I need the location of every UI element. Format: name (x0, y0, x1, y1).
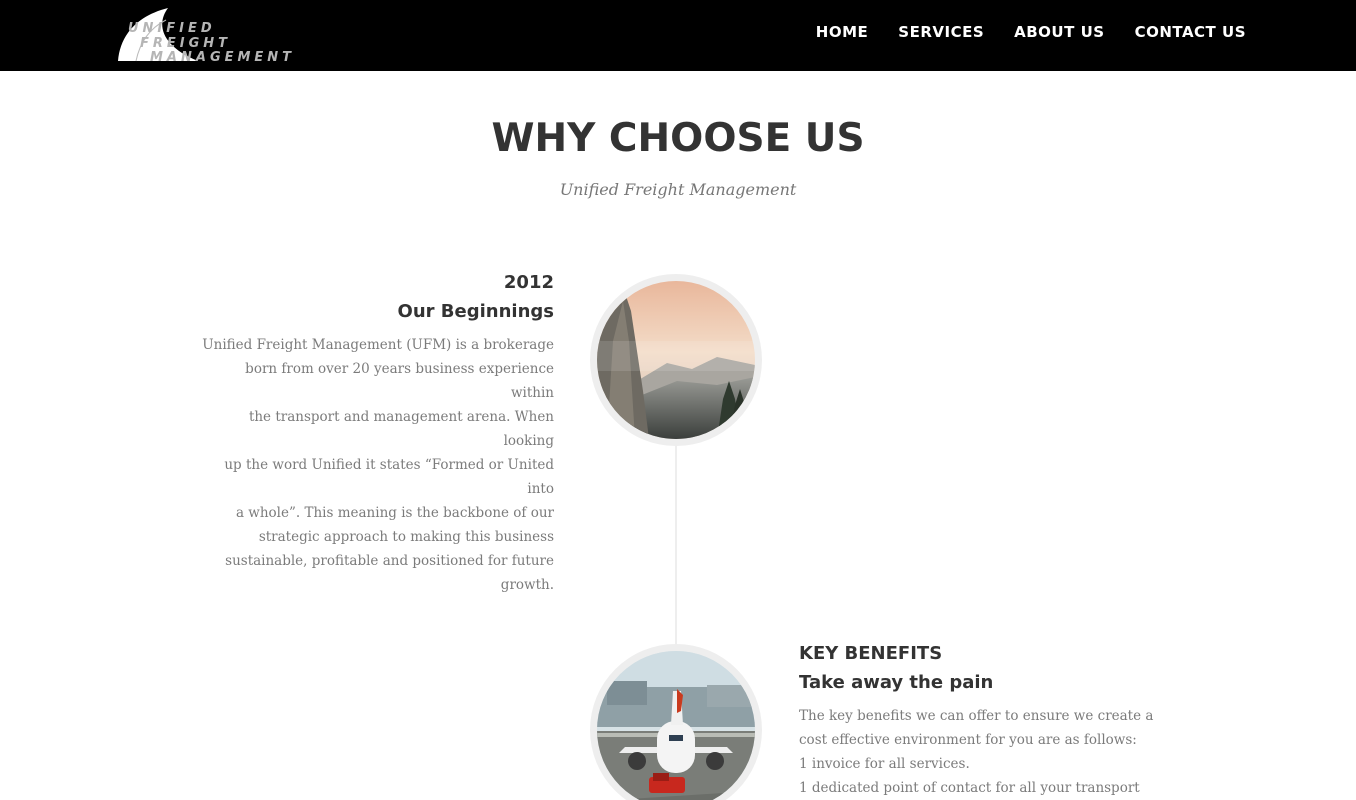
timeline-item-year: KEY BENEFITS (799, 643, 943, 664)
site-header: UNIFIED FREIGHT MANAGEMENT HOME SERVICES… (0, 0, 1356, 71)
main-nav: HOME SERVICES ABOUT US CONTACT US (816, 22, 1246, 42)
timeline-item-description: The key benefits we can offer to ensure … (799, 708, 1154, 796)
timeline-image-frame (590, 274, 762, 446)
airplane-on-tarmac-image (597, 651, 755, 800)
svg-text:UNIFIED: UNIFIED (128, 21, 216, 36)
timeline-item-year: 2012 (503, 272, 554, 293)
nav-services-link[interactable]: SERVICES (898, 22, 984, 42)
svg-text:MANAGEMENT: MANAGEMENT (150, 50, 295, 62)
svg-text:FREIGHT: FREIGHT (140, 36, 231, 51)
timeline-connector-line (675, 440, 677, 646)
timeline-item-heading: Take away the pain (799, 672, 994, 693)
nav-about-us-link[interactable]: ABOUT US (1014, 22, 1104, 42)
nav-home-link[interactable]: HOME (816, 22, 868, 42)
logo-image: UNIFIED FREIGHT MANAGEMENT (118, 8, 295, 62)
mountain-landscape-image (597, 281, 755, 439)
timeline-item-beginnings: 2012 Our Beginnings Unified Freight Mana… (200, 270, 554, 597)
timeline-image-frame (590, 644, 762, 800)
timeline-item-description: Unified Freight Management (UFM) is a br… (202, 337, 554, 593)
section-subtitle: Unified Freight Management (559, 180, 797, 199)
nav-contact-us-link[interactable]: CONTACT US (1135, 22, 1246, 42)
timeline-item-heading: Our Beginnings (397, 301, 554, 322)
section-title: WHY CHOOSE US (491, 116, 865, 161)
timeline-item-key-benefits: KEY BENEFITS Take away the pain The key … (799, 641, 1159, 800)
company-logo[interactable]: UNIFIED FREIGHT MANAGEMENT (106, 6, 330, 62)
